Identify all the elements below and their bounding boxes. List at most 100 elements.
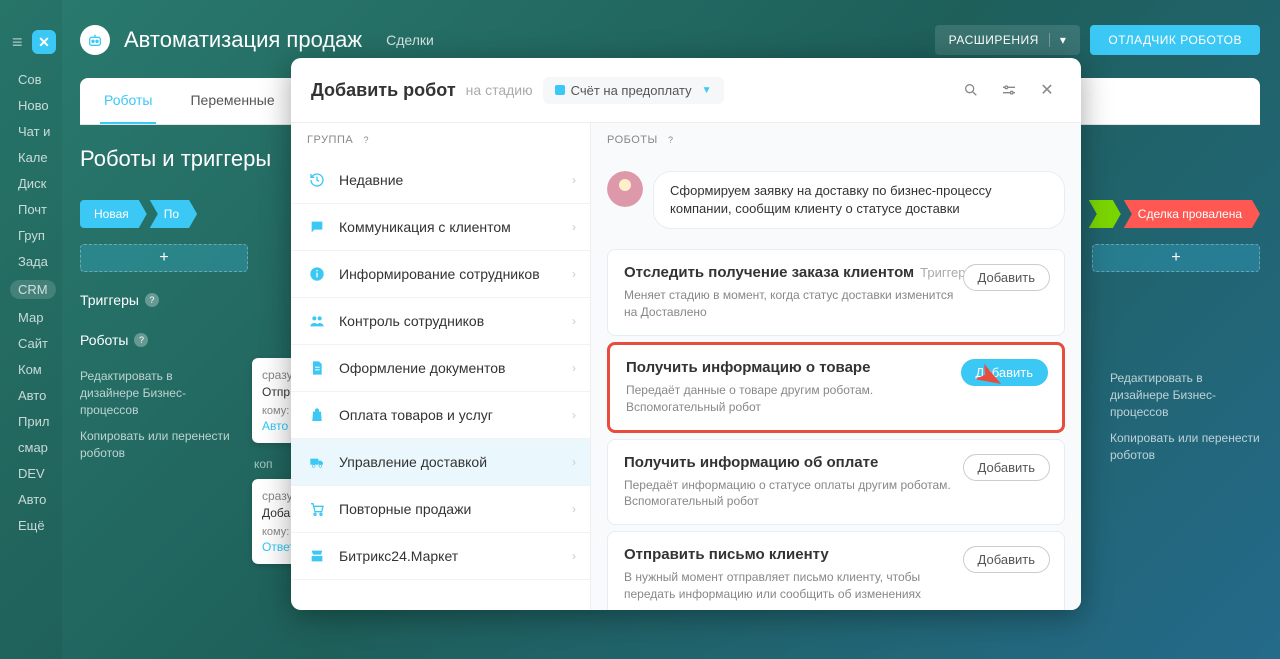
- chevron-right-icon: ›: [572, 549, 576, 563]
- chevron-down-icon: ▼: [702, 85, 712, 96]
- robot-card: Отследить получение заказа клиентомТригг…: [607, 249, 1065, 336]
- group-label: Недавние: [339, 172, 403, 188]
- add-stage-right-button[interactable]: +: [1092, 244, 1260, 272]
- assistant-avatar-icon: [607, 171, 643, 207]
- add-robot-button[interactable]: Добавить: [963, 454, 1050, 481]
- section-title: Роботы и триггеры: [80, 146, 271, 172]
- stage-next[interactable]: По: [150, 200, 197, 228]
- modal-title: Добавить робот: [311, 80, 456, 101]
- add-stage-left-button[interactable]: +: [80, 244, 248, 272]
- people-icon: [307, 311, 327, 331]
- group-item-truck[interactable]: Управление доставкой ›: [291, 439, 590, 486]
- group-item-doc[interactable]: Оформление документов›: [291, 345, 590, 392]
- group-item-history[interactable]: Недавние›: [291, 157, 590, 204]
- cart-icon: [307, 499, 327, 519]
- nav-item[interactable]: Почт: [18, 202, 56, 217]
- left-section: Триггеры? Роботы? Редактировать в дизайн…: [80, 292, 230, 472]
- nav-item[interactable]: Ново: [18, 98, 56, 113]
- stage-color-icon: [555, 85, 565, 95]
- triggers-heading: Триггеры?: [80, 292, 230, 308]
- group-item-people[interactable]: Контроль сотрудников›: [291, 298, 590, 345]
- close-tab-button[interactable]: ✕: [32, 30, 56, 54]
- robot-title: Получить информацию о товаре: [626, 359, 870, 376]
- chevron-right-icon: ›: [572, 455, 576, 469]
- nav-item[interactable]: Груп: [18, 228, 56, 243]
- robots-column-header: РОБОТЫ?: [591, 123, 1081, 157]
- robots-heading: Роботы?: [80, 332, 230, 348]
- group-label: Битрикс24.Маркет: [339, 548, 458, 564]
- robot-description: В нужный момент отправляет письмо клиент…: [624, 569, 1048, 603]
- robot-card: Получить информацию о товаре ДобавитьПере…: [607, 342, 1065, 433]
- add-robot-modal: Добавить робот на стадию Счёт на предопл…: [291, 58, 1081, 610]
- hamburger-icon[interactable]: ≡: [12, 32, 23, 53]
- history-icon: [307, 170, 327, 190]
- help-icon[interactable]: ?: [664, 133, 678, 147]
- right-links: Редактировать в дизайнере Бизнес-процесс…: [1110, 370, 1260, 474]
- tab-robots[interactable]: Роботы: [100, 78, 156, 124]
- group-item-cart[interactable]: Повторные продажи›: [291, 486, 590, 533]
- nav-item[interactable]: Ком: [18, 362, 56, 377]
- tab-variables[interactable]: Переменные: [186, 78, 278, 124]
- pipeline-stages-left: Новая По: [80, 200, 197, 228]
- nav-item[interactable]: Чат и: [18, 124, 56, 139]
- nav-item[interactable]: смар: [18, 440, 56, 455]
- search-icon[interactable]: [957, 76, 985, 104]
- group-item-chat[interactable]: Коммуникация с клиентом›: [291, 204, 590, 251]
- copy-robots-link-right[interactable]: Копировать или перенести роботов: [1110, 430, 1260, 464]
- nav-item[interactable]: CRM: [10, 280, 56, 299]
- group-item-info[interactable]: Информирование сотрудников›: [291, 251, 590, 298]
- robot-list: Отследить получение заказа клиентомТригг…: [591, 243, 1081, 610]
- help-icon[interactable]: ?: [134, 333, 148, 347]
- modal-subtitle: на стадию: [466, 82, 533, 98]
- chat-icon: [307, 217, 327, 237]
- nav-item[interactable]: Ещё: [18, 518, 56, 533]
- group-item-market[interactable]: Битрикс24.Маркет ›: [291, 533, 590, 580]
- nav-item[interactable]: Диск: [18, 176, 56, 191]
- stage-lost[interactable]: Сделка провалена: [1124, 200, 1260, 228]
- nav-item[interactable]: Мар: [18, 310, 56, 325]
- nav-item[interactable]: Сайт: [18, 336, 56, 351]
- add-robot-button[interactable]: Добавить: [961, 359, 1048, 386]
- add-robot-button[interactable]: Добавить: [963, 546, 1050, 573]
- chevron-right-icon: ›: [572, 408, 576, 422]
- nav-item[interactable]: Кале: [18, 150, 56, 165]
- breadcrumb[interactable]: Сделки: [386, 32, 434, 48]
- main-sidebar: ≡ ✕ Сов Ново Чат и Кале Диск Почт Груп Зада CRM М…: [0, 0, 62, 659]
- group-label: Управление доставкой: [339, 454, 487, 470]
- modal-body: ГРУППА? Недавние›Коммуникация с клиентом…: [291, 123, 1081, 610]
- settings-icon[interactable]: [995, 76, 1023, 104]
- chevron-right-icon: ›: [572, 314, 576, 328]
- page-header: Автоматизация продаж Сделки: [80, 25, 434, 55]
- robot-debugger-button[interactable]: ОТЛАДЧИК РОБОТОВ: [1090, 25, 1260, 55]
- help-icon[interactable]: ?: [359, 133, 373, 147]
- extensions-button[interactable]: РАСШИРЕНИЯ▾: [935, 25, 1081, 55]
- edit-designer-link[interactable]: Редактировать в дизайнере Бизнес-процесс…: [80, 368, 230, 418]
- edit-designer-link-right[interactable]: Редактировать в дизайнере Бизнес-процесс…: [1110, 370, 1260, 420]
- stage-selector[interactable]: Счёт на предоплату ▼: [543, 77, 724, 104]
- stage-won[interactable]: [1089, 200, 1121, 228]
- nav-item[interactable]: Прил: [18, 414, 56, 429]
- group-column: ГРУППА? Недавние›Коммуникация с клиентом…: [291, 123, 591, 610]
- add-robot-button[interactable]: Добавить: [963, 264, 1050, 291]
- nav-item[interactable]: Авто: [18, 388, 56, 403]
- stage-new[interactable]: Новая: [80, 200, 147, 228]
- robot-description: Меняет стадию в момент, когда статус дос…: [624, 287, 1048, 321]
- pipeline-stages-right: Сделка провалена: [1089, 200, 1260, 228]
- nav-item[interactable]: Зада: [18, 254, 56, 269]
- help-icon[interactable]: ?: [145, 293, 159, 307]
- group-item-bag[interactable]: Оплата товаров и услуг›: [291, 392, 590, 439]
- robots-column: РОБОТЫ? Сформируем заявку на доставку по…: [591, 123, 1081, 610]
- copy-robots-link[interactable]: Копировать или перенести роботов: [80, 428, 230, 462]
- chevron-down-icon[interactable]: ▾: [1049, 33, 1067, 47]
- nav-item[interactable]: Авто: [18, 492, 56, 507]
- close-icon[interactable]: ✕: [1033, 76, 1061, 104]
- chevron-right-icon: ›: [572, 220, 576, 234]
- group-list: Недавние›Коммуникация с клиентом›Информи…: [291, 157, 590, 580]
- nav-item[interactable]: DEV: [18, 466, 56, 481]
- app-logo-icon: [80, 25, 110, 55]
- group-column-header: ГРУППА?: [291, 123, 590, 157]
- chevron-right-icon: ›: [572, 361, 576, 375]
- robot-description: Передаёт данные о товаре другим роботам.…: [626, 382, 1046, 416]
- assistant-hint: Сформируем заявку на доставку по бизнес-…: [607, 171, 1065, 229]
- nav-item[interactable]: Сов: [18, 72, 56, 87]
